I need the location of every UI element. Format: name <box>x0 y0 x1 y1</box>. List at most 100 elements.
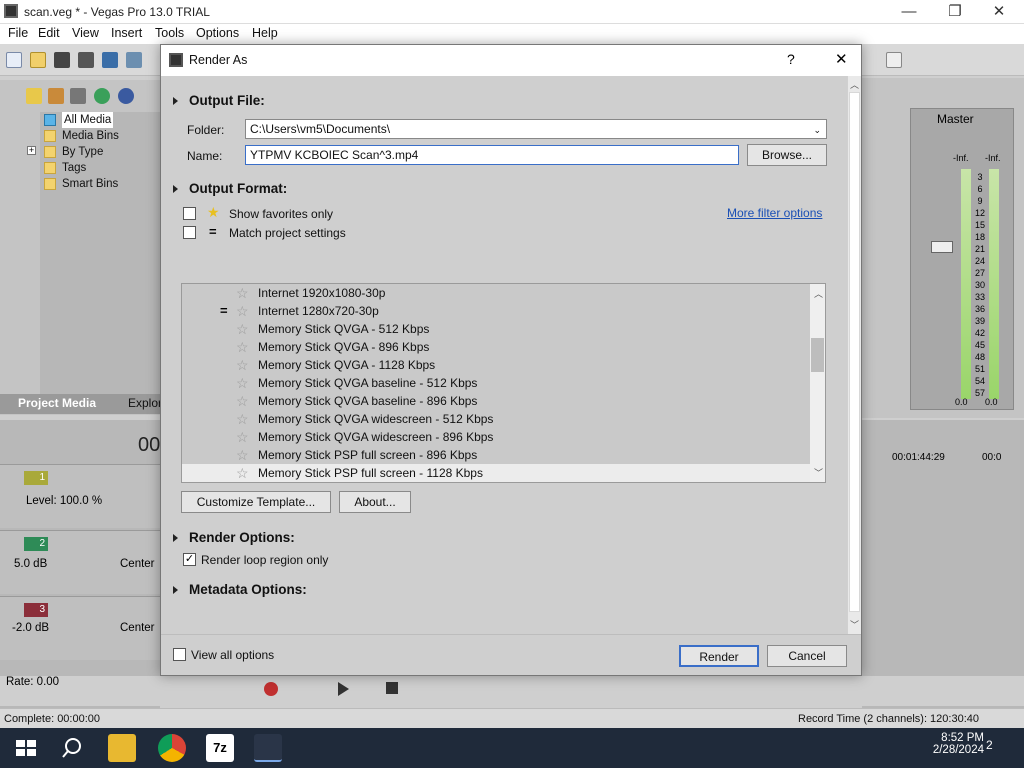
master-fader[interactable] <box>931 241 953 253</box>
menu-view[interactable]: View <box>72 26 99 40</box>
tree-item-all-media[interactable]: All Media <box>62 112 114 128</box>
search-media-icon[interactable] <box>118 88 134 104</box>
about-button[interactable]: About... <box>339 491 411 513</box>
favorite-star-icon[interactable]: ☆ <box>236 411 249 427</box>
chevron-down-icon[interactable]: ﹀ <box>814 466 823 479</box>
more-filter-options-link[interactable]: More filter options <box>727 206 822 220</box>
open-folder-icon[interactable] <box>30 52 46 68</box>
save-as-icon[interactable] <box>78 52 94 68</box>
maximize-button[interactable]: ❐ <box>932 0 978 24</box>
new-project-icon[interactable] <box>6 52 22 68</box>
output-format-heading[interactable]: Output Format: <box>189 181 287 196</box>
track-1[interactable]: 1 Level: 100.0 % <box>0 464 160 528</box>
menu-file[interactable]: File <box>8 26 28 40</box>
toolbar-right-icon[interactable] <box>886 52 902 68</box>
favorite-star-icon[interactable]: ☆ <box>236 285 249 301</box>
favorite-star-icon[interactable]: ☆ <box>236 393 249 409</box>
file-explorer-icon[interactable] <box>108 734 136 762</box>
template-row[interactable]: ☆ Memory Stick PSP full screen - 896 Kbps <box>182 446 810 464</box>
customize-template-button[interactable]: Customize Template... <box>181 491 331 513</box>
close-window-button[interactable]: ✕ <box>976 0 1022 24</box>
show-favorites-label[interactable]: Show favorites only <box>229 207 333 221</box>
tree-item-smart-bins[interactable]: Smart Bins <box>62 176 118 192</box>
track-2[interactable]: 2 5.0 dB Center <box>0 530 160 594</box>
chrome-icon[interactable] <box>158 734 186 762</box>
favorite-star-icon[interactable]: ☆ <box>236 465 249 481</box>
scrollbar-thumb[interactable] <box>849 92 860 612</box>
expand-by-type-button[interactable]: + <box>27 146 36 155</box>
chevron-down-icon[interactable]: ﹀ <box>850 618 859 631</box>
clock-date[interactable]: 2/28/2024 <box>933 744 984 756</box>
template-row[interactable]: ☆ Memory Stick QVGA - 1128 Kbps <box>182 356 810 374</box>
favorite-star-icon[interactable]: ☆ <box>236 375 249 391</box>
render-loop-label[interactable]: Render loop region only <box>201 553 328 567</box>
tab-project-media[interactable]: Project Media <box>18 396 96 410</box>
expand-triangle-icon[interactable] <box>173 534 178 542</box>
save-icon[interactable] <box>54 52 70 68</box>
template-row[interactable]: ☆ Memory Stick QVGA baseline - 512 Kbps <box>182 374 810 392</box>
minimize-button[interactable]: — <box>886 0 932 24</box>
template-row[interactable]: ☆ Memory Stick PSP full screen - 1128 Kbp… <box>182 464 810 482</box>
notification-count[interactable]: 2 <box>986 738 993 752</box>
template-row[interactable]: = ☆ Internet 1280x720-30p <box>182 302 810 320</box>
metadata-options-heading[interactable]: Metadata Options: <box>189 582 307 597</box>
record-icon[interactable] <box>264 682 278 696</box>
explorer-tool-icon-4[interactable] <box>94 88 110 104</box>
tree-item-media-bins[interactable]: Media Bins <box>62 128 119 144</box>
render-icon[interactable] <box>102 52 118 68</box>
expand-triangle-icon[interactable] <box>173 185 178 193</box>
start-icon[interactable] <box>12 734 40 762</box>
match-project-checkbox[interactable] <box>183 226 196 239</box>
favorite-star-icon[interactable]: ☆ <box>236 447 249 463</box>
output-file-heading[interactable]: Output File: <box>189 93 265 108</box>
chevron-up-icon[interactable]: ︿ <box>814 287 823 300</box>
view-all-options-checkbox[interactable] <box>173 648 186 661</box>
browse-button[interactable]: Browse... <box>747 144 827 166</box>
7zip-icon[interactable]: 7z <box>206 734 234 762</box>
expand-triangle-icon[interactable] <box>173 97 178 105</box>
help-button[interactable]: ? <box>787 51 795 67</box>
chevron-up-icon[interactable]: ︿ <box>850 78 859 91</box>
render-options-heading[interactable]: Render Options: <box>189 530 295 545</box>
properties-icon[interactable] <box>126 52 142 68</box>
name-input[interactable]: YTPMV KCBOIEC Scan^3.mp4 <box>245 145 739 165</box>
favorite-star-icon[interactable]: ☆ <box>236 321 249 337</box>
template-row[interactable]: ☆ Memory Stick QVGA widescreen - 512 Kbps <box>182 410 810 428</box>
view-all-options-label[interactable]: View all options <box>191 648 274 662</box>
tree-item-by-type[interactable]: By Type <box>62 144 103 160</box>
menu-help[interactable]: Help <box>252 26 278 40</box>
show-favorites-checkbox[interactable] <box>183 207 196 220</box>
template-row[interactable]: ☆ Memory Stick QVGA - 896 Kbps <box>182 338 810 356</box>
dialog-close-button[interactable]: ✕ <box>835 50 848 68</box>
template-row[interactable]: ☆ Memory Stick QVGA - 512 Kbps <box>182 320 810 338</box>
folder-dropdown[interactable]: C:\Users\vm5\Documents\ ⌄ <box>245 119 827 139</box>
dialog-scrollbar[interactable]: ︿ ﹀ <box>847 76 861 634</box>
track-3[interactable]: 3 -2.0 dB Center <box>0 596 160 660</box>
tab-explorer[interactable]: Explor <box>128 396 162 410</box>
menu-options[interactable]: Options <box>196 26 239 40</box>
render-button[interactable]: Render <box>679 645 759 667</box>
expand-triangle-icon[interactable] <box>173 586 178 594</box>
template-row[interactable]: ☆ Memory Stick QVGA baseline - 896 Kbps <box>182 392 810 410</box>
play-icon[interactable] <box>338 682 349 696</box>
tree-item-tags[interactable]: Tags <box>62 160 86 176</box>
menu-tools[interactable]: Tools <box>155 26 184 40</box>
explorer-tool-icon-2[interactable] <box>48 88 64 104</box>
favorite-star-icon[interactable]: ☆ <box>236 303 249 319</box>
match-project-label[interactable]: Match project settings <box>229 226 346 240</box>
explorer-tool-icon-3[interactable] <box>70 88 86 104</box>
template-list-scrollbar[interactable]: ︿ ﹀ <box>810 284 825 482</box>
favorite-star-icon[interactable]: ☆ <box>236 339 249 355</box>
explorer-tool-icon-1[interactable] <box>26 88 42 104</box>
menu-insert[interactable]: Insert <box>111 26 142 40</box>
cancel-button[interactable]: Cancel <box>767 645 847 667</box>
clock-time[interactable]: 8:52 PM <box>933 732 984 744</box>
menu-edit[interactable]: Edit <box>38 26 60 40</box>
template-row[interactable]: ☆ Internet 1920x1080-30p <box>182 284 810 302</box>
template-list[interactable]: ☆ Internet 1920x1080-30p = ☆ Internet 1280x7… <box>181 283 826 483</box>
stop-icon[interactable] <box>386 682 398 694</box>
favorite-star-icon[interactable]: ☆ <box>236 357 249 373</box>
vegas-taskbar-icon[interactable] <box>254 734 282 762</box>
favorite-star-icon[interactable]: ☆ <box>236 429 249 445</box>
search-icon[interactable] <box>58 734 86 762</box>
